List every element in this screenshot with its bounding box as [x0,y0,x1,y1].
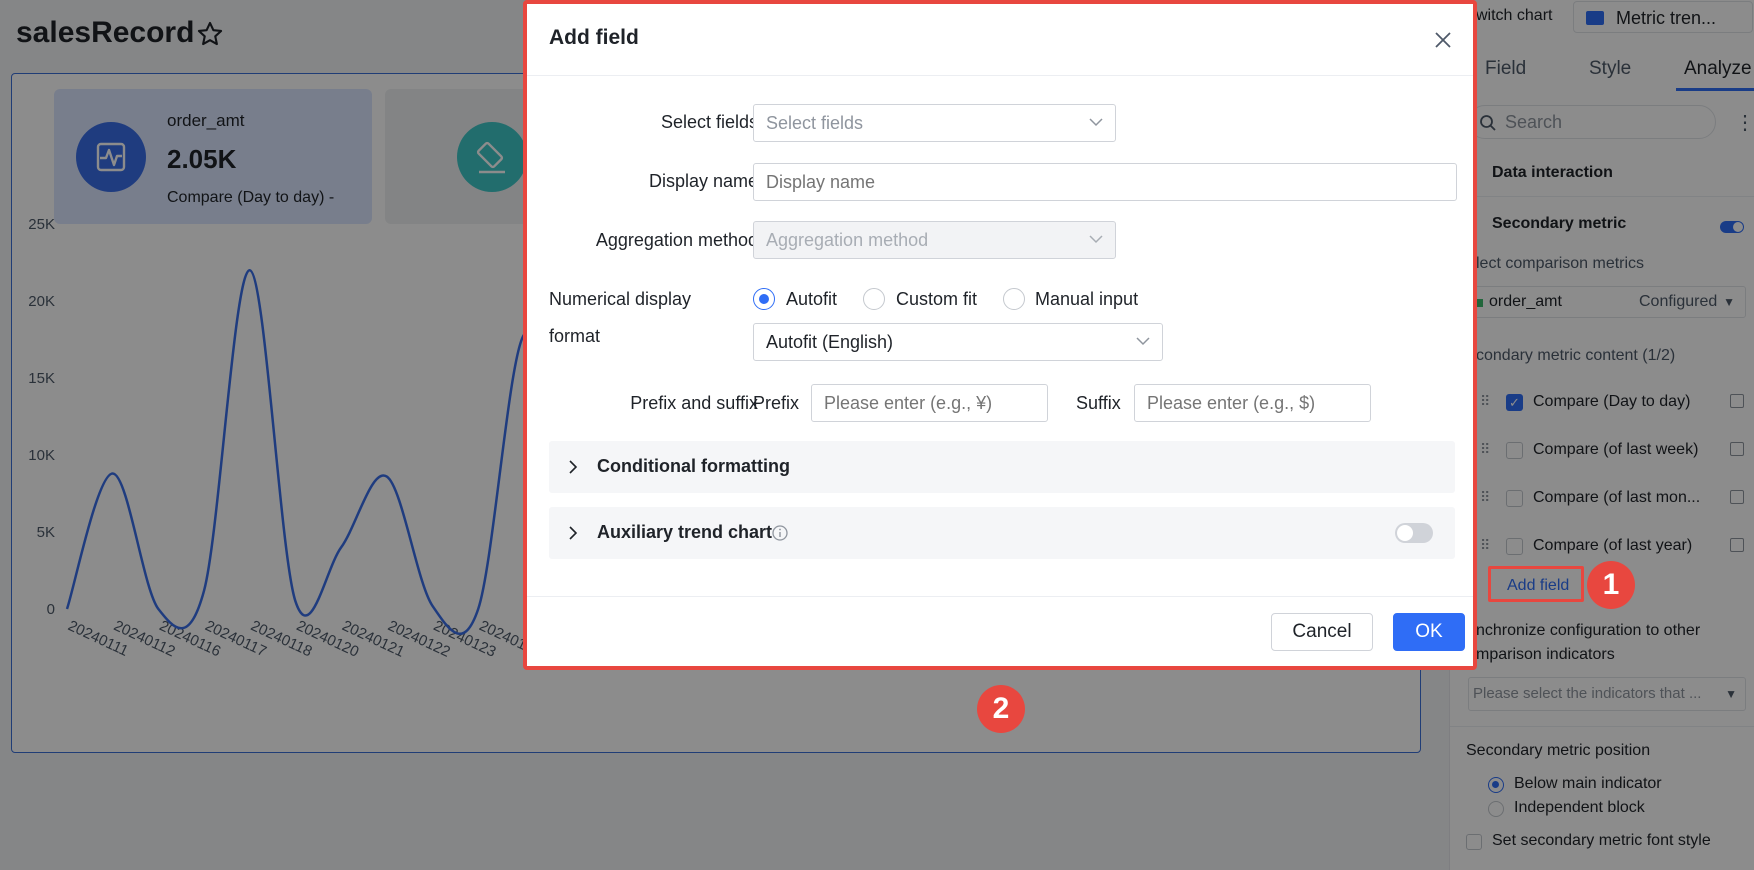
select-fields-select[interactable]: Select fields [753,104,1116,142]
select-fields-placeholder: Select fields [766,113,864,133]
callout-badge-2: 2 [977,685,1025,733]
suffix-input[interactable] [1134,384,1371,422]
radio-autofit[interactable] [753,288,775,310]
auxiliary-trend-title: Auxiliary trend chart [597,522,773,542]
aggregation-label: Aggregation method [595,230,758,250]
aggregation-placeholder: Aggregation method [766,230,929,250]
auxiliary-trend-section[interactable]: Auxiliary trend chart [549,507,1455,559]
add-field-dialog: Add field Select fields Select fields Di… [523,0,1477,670]
close-icon[interactable] [1431,28,1455,52]
chevron-down-icon [1089,235,1103,244]
radio-manual-input-label[interactable]: Manual input [1035,289,1138,310]
dialog-header: Add field [527,4,1473,76]
conditional-formatting-section[interactable]: Conditional formatting [549,441,1455,493]
display-name-input[interactable] [753,163,1457,201]
prefix-suffix-label: Prefix and suffix [630,393,758,413]
chevron-down-icon [1136,337,1150,346]
ok-button[interactable]: OK [1393,613,1465,651]
numerical-format-label-2: format [549,326,601,346]
radio-manual-input[interactable] [1003,288,1025,310]
auxiliary-trend-toggle[interactable] [1395,523,1433,543]
dialog-title: Add field [549,26,639,49]
dialog-footer [527,596,1473,597]
format-select-value: Autofit (English) [766,332,894,352]
chevron-right-icon [569,526,578,540]
suffix-label: Suffix [1076,393,1121,413]
radio-custom-fit[interactable] [863,288,885,310]
radio-custom-fit-label[interactable]: Custom fit [896,289,977,310]
radio-autofit-label[interactable]: Autofit [786,289,837,310]
aggregation-select[interactable]: Aggregation method [753,221,1116,259]
info-icon[interactable] [771,524,789,542]
add-field-highlight [1488,566,1584,602]
format-select[interactable]: Autofit (English) [753,323,1163,361]
callout-badge-1: 1 [1587,561,1635,609]
conditional-formatting-title: Conditional formatting [597,456,790,476]
prefix-label: Prefix [753,393,800,413]
chevron-down-icon [1089,118,1103,127]
numerical-format-label: Numerical display [549,289,692,309]
display-name-label: Display name [648,171,758,191]
select-fields-label: Select fields [660,112,758,132]
cancel-button[interactable]: Cancel [1271,613,1373,651]
prefix-input[interactable] [811,384,1048,422]
chevron-right-icon [569,460,578,474]
